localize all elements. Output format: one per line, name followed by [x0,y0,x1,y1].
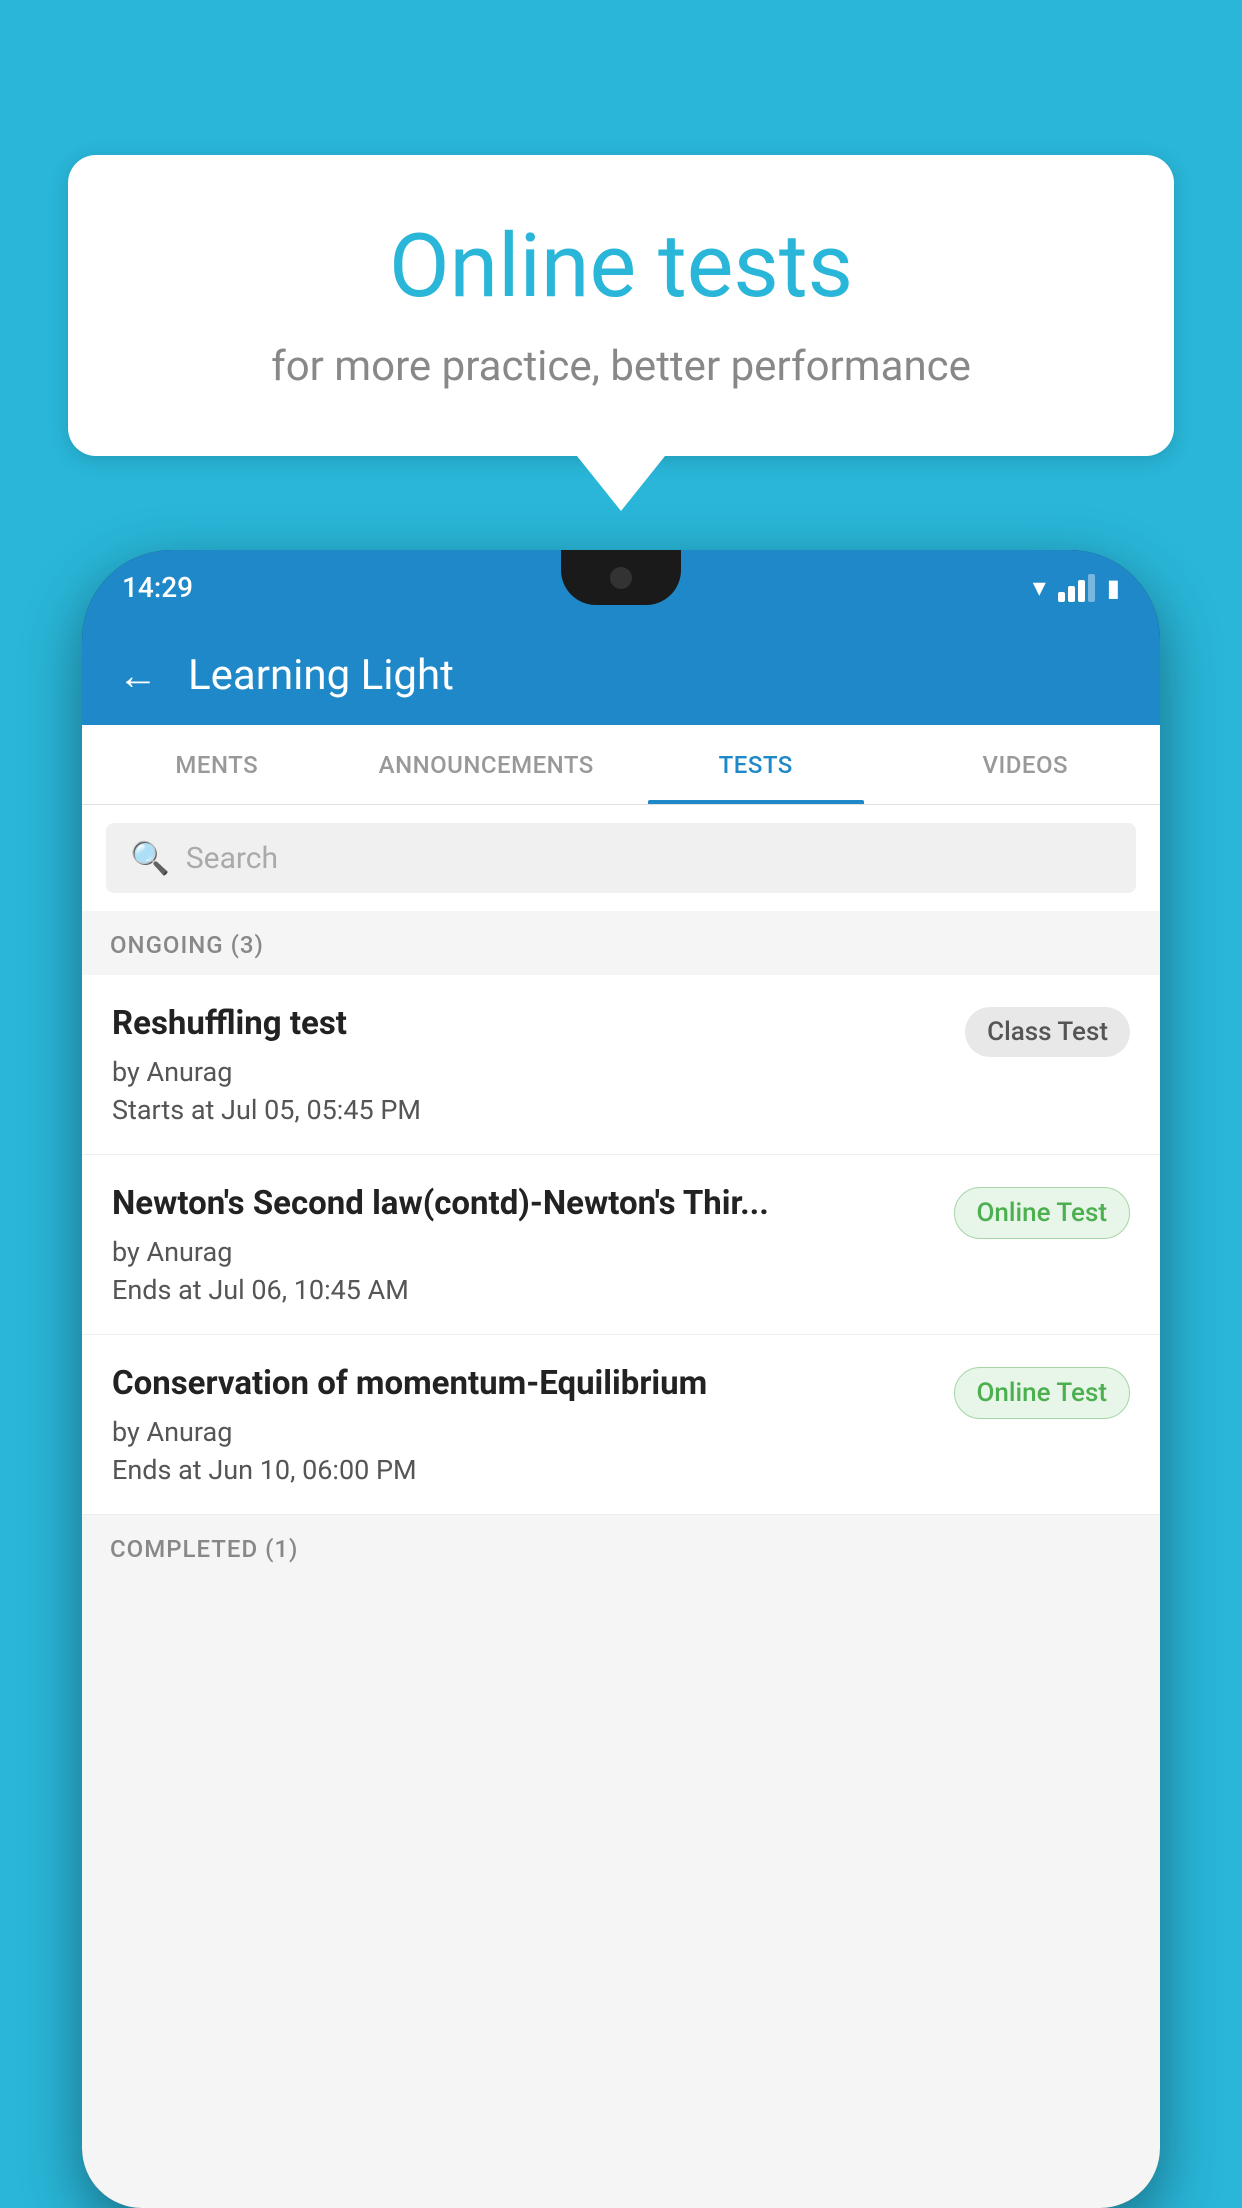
speech-bubble-arrow [577,456,665,511]
status-icons: ▾ ▮ [1033,573,1120,603]
test-badge: Online Test [954,1187,1131,1239]
wifi-icon: ▾ [1033,573,1046,603]
test-info: Newton's Second law(contd)-Newton's Thir… [112,1183,934,1306]
speech-bubble-subtitle: for more practice, better performance [138,342,1104,391]
tab-bar: MENTS ANNOUNCEMENTS TESTS VIDEOS [82,725,1160,805]
tab-announcements[interactable]: ANNOUNCEMENTS [352,725,622,804]
status-bar: 14:29 ▾ ▮ [82,550,1160,625]
test-date: Ends at Jul 06, 10:45 AM [112,1274,934,1306]
test-author: by Anurag [112,1416,934,1448]
status-time: 14:29 [122,571,193,604]
phone-frame: 14:29 ▾ ▮ ← Learning Light MENTS ANNOUNC… [82,550,1160,2208]
ongoing-section-header: ONGOING (3) [82,911,1160,975]
app-title: Learning Light [188,651,454,700]
test-date: Starts at Jul 05, 05:45 PM [112,1094,945,1126]
speech-bubble: Online tests for more practice, better p… [68,155,1174,456]
camera [610,567,632,589]
tab-tests[interactable]: TESTS [621,725,891,804]
test-item[interactable]: Newton's Second law(contd)-Newton's Thir… [82,1155,1160,1335]
content-area: 🔍 Search ONGOING (3) Reshuffling test by… [82,805,1160,2208]
signal-bars [1058,574,1095,602]
test-name: Newton's Second law(contd)-Newton's Thir… [112,1183,934,1226]
test-name: Conservation of momentum-Equilibrium [112,1363,934,1406]
search-placeholder: Search [186,841,278,876]
search-icon: 🔍 [130,839,170,877]
battery-icon: ▮ [1107,574,1120,602]
back-button[interactable]: ← [118,652,158,699]
phone-notch [561,550,681,605]
test-info: Conservation of momentum-Equilibrium by … [112,1363,934,1486]
bar-4 [1088,574,1095,602]
bar-2 [1068,586,1075,602]
bar-1 [1058,592,1065,602]
search-container: 🔍 Search [82,805,1160,911]
test-date: Ends at Jun 10, 06:00 PM [112,1454,934,1486]
search-bar[interactable]: 🔍 Search [106,823,1136,893]
tab-videos[interactable]: VIDEOS [891,725,1161,804]
tab-assignments[interactable]: MENTS [82,725,352,804]
test-item[interactable]: Conservation of momentum-Equilibrium by … [82,1335,1160,1515]
test-badge: Class Test [965,1007,1130,1057]
speech-bubble-title: Online tests [138,215,1104,318]
bar-3 [1078,580,1085,602]
test-name: Reshuffling test [112,1003,945,1046]
test-author: by Anurag [112,1236,934,1268]
completed-section-header: COMPLETED (1) [82,1515,1160,1579]
test-info: Reshuffling test by Anurag Starts at Jul… [112,1003,945,1126]
app-header: ← Learning Light [82,625,1160,725]
test-author: by Anurag [112,1056,945,1088]
test-item[interactable]: Reshuffling test by Anurag Starts at Jul… [82,975,1160,1155]
test-badge: Online Test [954,1367,1131,1419]
speech-bubble-container: Online tests for more practice, better p… [68,155,1174,511]
